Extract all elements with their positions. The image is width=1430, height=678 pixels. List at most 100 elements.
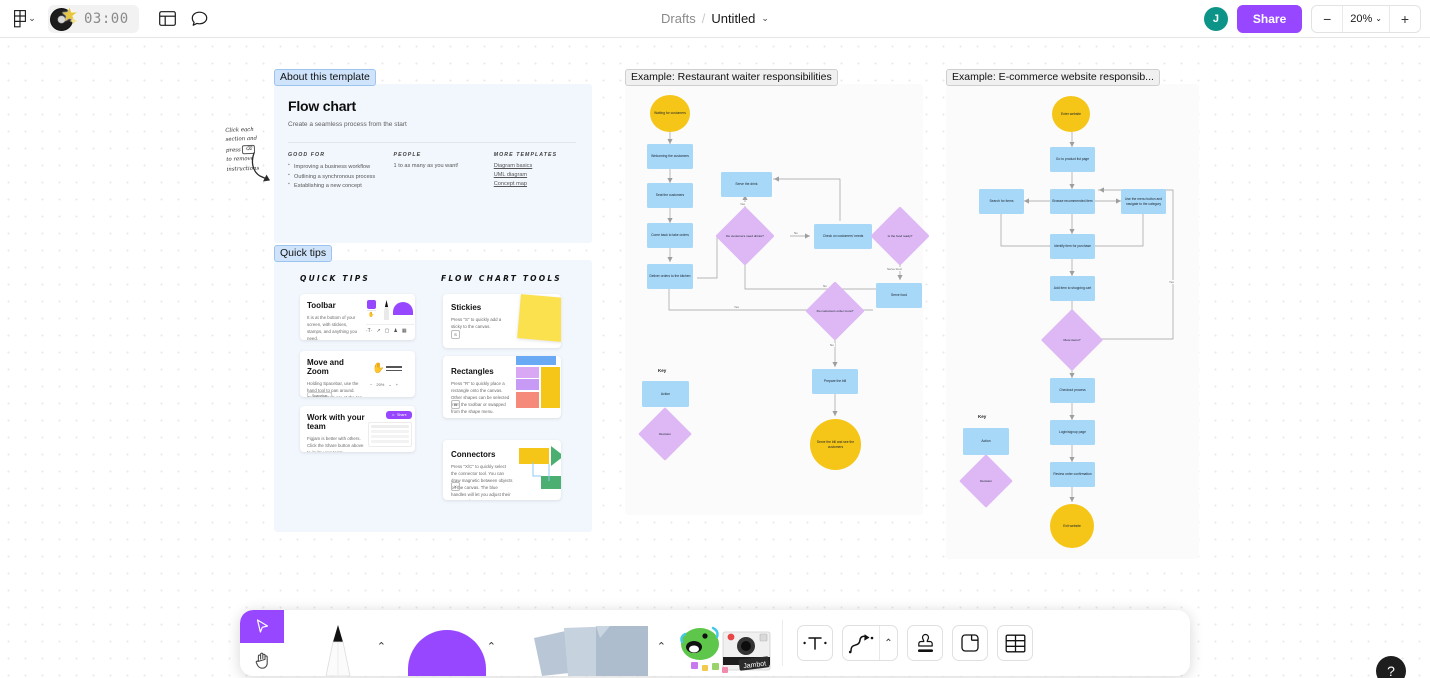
tip-body: Press "X/C" to quickly select the connec… [451,464,513,500]
tip-card-connectors[interactable]: Connectors Press "X/C" to quickly select… [443,440,561,500]
node-checkout[interactable]: Checkout process [1050,378,1095,403]
node-take-orders[interactable]: Come back to take orders [647,223,693,248]
file-menu-chevron-icon[interactable]: ⌄ [761,13,769,24]
connector-wires [532,462,550,481]
pen-tool-icon [325,625,351,676]
sticker-widget-button[interactable]: Jambot [672,610,782,676]
text-tool-button[interactable] [797,625,833,661]
section-restaurant-example[interactable]: Example: Restaurant waiter responsibilit… [625,69,930,515]
node-serve-food[interactable]: Serve food [876,283,922,308]
avatar[interactable]: J [1203,6,1228,31]
sticker-widget-icon: Jambot [680,626,771,673]
figma-menu-button[interactable]: ⌄ [10,4,40,34]
template-link[interactable]: Concept map [494,181,576,187]
shape-tool-button[interactable]: ⌃ [392,610,502,676]
node-need-drinks[interactable]: Do customers need drinks? [715,206,775,266]
tip-body: Press "R" to quickly place a rectangle o… [451,381,510,415]
stamp-tool-icon [917,633,933,652]
section-label-quick-tips[interactable]: Quick tips [274,245,333,262]
layout-panel-button[interactable] [153,4,183,34]
rect-swatch-purple-1 [516,367,539,378]
node-product-list[interactable]: Go to product list page [1050,147,1095,172]
pen-tool-button[interactable]: ⌃ [284,610,392,676]
section-label-restaurant[interactable]: Example: Restaurant waiter responsibilit… [625,69,838,86]
node-browse-recommended[interactable]: Browse recommended item [1050,189,1095,214]
tip-card-work-with-team[interactable]: Work with your team Figjam is better wit… [300,406,415,452]
shortcut-key-s: S [451,330,460,339]
zoom-out-button[interactable]: − [1312,6,1342,32]
sticky-note-tool-button[interactable]: ⌃ [502,610,672,676]
chevron-down-icon: ⌄ [28,13,36,23]
share-button[interactable]: Share [1236,4,1303,33]
tip-card-stickies[interactable]: Stickies Press "S" to quickly add a stic… [443,294,561,348]
comment-bubble-icon [191,11,208,26]
hand-pan-icon: ✋ [372,363,385,374]
node-prepare-bill[interactable]: Prepare the bill [812,369,858,394]
comments-button[interactable] [185,4,215,34]
stamp-tool-button[interactable] [907,625,943,661]
breadcrumb-drafts[interactable]: Drafts [661,11,696,26]
node-identify-item[interactable]: Identify item for purchase [1050,234,1095,259]
node-menu-category[interactable]: Use the menu button and navigate to the … [1121,189,1166,214]
shape-options-caret-icon[interactable]: ⌃ [487,640,496,653]
cursor-tool-button[interactable] [240,610,284,643]
note-line-1: Click each [225,126,254,134]
list-item: Improving a business workflow [288,162,394,172]
list-item: Outlining a synchronous process [288,172,394,182]
section-label-ecommerce[interactable]: Example: E-commerce website responsib... [946,69,1160,86]
node-serve-drink[interactable]: Serve the drink [721,172,772,197]
section-ecommerce-example[interactable]: Example: E-commerce website responsib... [946,69,1199,559]
connector-tool-button[interactable]: ⌃ [842,625,898,661]
node-enter-website[interactable]: Enter website [1052,96,1090,132]
edge-label-no-2: No [822,284,828,288]
section-label-about[interactable]: About this template [274,69,376,86]
tip-card-toolbar[interactable]: Toolbar It is at the bottom of your scre… [300,294,415,340]
section-about-template[interactable]: About this template Flow chart Create a … [274,69,592,243]
tip-card-rectangles[interactable]: Rectangles Press "R" to quickly place a … [443,356,561,418]
node-check-needs[interactable]: Check on customers' needs [814,224,872,249]
node-start[interactable]: Waiting for customers [650,95,690,132]
node-deliver-kitchen[interactable]: Deliver orders to the kitchen [647,264,693,289]
node-search-items[interactable]: Search for items [979,189,1024,214]
node-end[interactable]: Serve the bill and see the customers [810,419,861,470]
about-column-people: PEOPLE 1 to as many as you want! [394,152,494,192]
tip-card-move-zoom[interactable]: Move and Zoom Holding Spacebar, use the … [300,351,415,397]
timer-widget[interactable]: ★ ✦ 03:00 [48,4,139,33]
timer-value: 03:00 [84,10,129,27]
connector-tool-icon [848,634,874,654]
sticky-options-caret-icon[interactable]: ⌃ [657,640,666,653]
node-welcome[interactable]: Welcoming the customers [647,144,693,169]
table-tool-button[interactable] [997,625,1033,661]
edge-label-yes-2: Yes [733,305,740,309]
node-seat[interactable]: Seat the customers [647,183,693,208]
node-exit-website[interactable]: Exit website [1050,504,1094,548]
node-more-items[interactable]: More items? [1040,308,1104,372]
node-add-cart[interactable]: Add item to shopping cart [1050,276,1095,301]
connector-tool-main[interactable] [843,632,879,654]
column-heading: MORE TEMPLATES [493,152,558,158]
column-heading: PEOPLE [393,152,422,158]
section-frame-icon [961,634,979,652]
zoom-in-button[interactable]: + [1390,6,1420,32]
template-link[interactable]: Diagram basics [494,163,576,169]
help-button[interactable]: ? [1376,656,1406,678]
mini-section-tool-icon: ▢ [384,328,390,334]
section-tool-button[interactable] [952,625,988,661]
hand-tool-button[interactable] [240,643,284,676]
zoom-level-dropdown[interactable]: 20% ⌄ [1342,5,1390,32]
node-food-ready[interactable]: Is the food ready? [870,206,930,266]
pen-options-caret-icon[interactable]: ⌃ [377,640,386,653]
file-name-label[interactable]: Untitled [711,11,755,26]
node-login-signup[interactable]: Login/signup page [1050,420,1095,445]
section-quick-tips[interactable]: Quick tips QUICK TIPS FLOW CHART TOOLS T… [274,245,592,532]
cursor-arrow-icon [256,619,268,633]
canvas[interactable]: Click each section and press ⌫ to remove… [0,38,1430,678]
template-link[interactable]: UML diagram [494,172,576,178]
node-review-order[interactable]: Review order confirmation [1050,462,1095,487]
node-label: Do customers order more? [816,308,854,313]
connector-options-caret-icon[interactable]: ⌃ [879,626,897,660]
sticky-note-icon [534,626,648,676]
node-order-more[interactable]: Do customers order more? [805,281,865,341]
toolbar-right-group: ⌃ [783,610,1047,676]
top-toolbar: ⌄ ★ ✦ 03:00 Drafts / Untitled ⌄ J Share … [0,0,1430,38]
